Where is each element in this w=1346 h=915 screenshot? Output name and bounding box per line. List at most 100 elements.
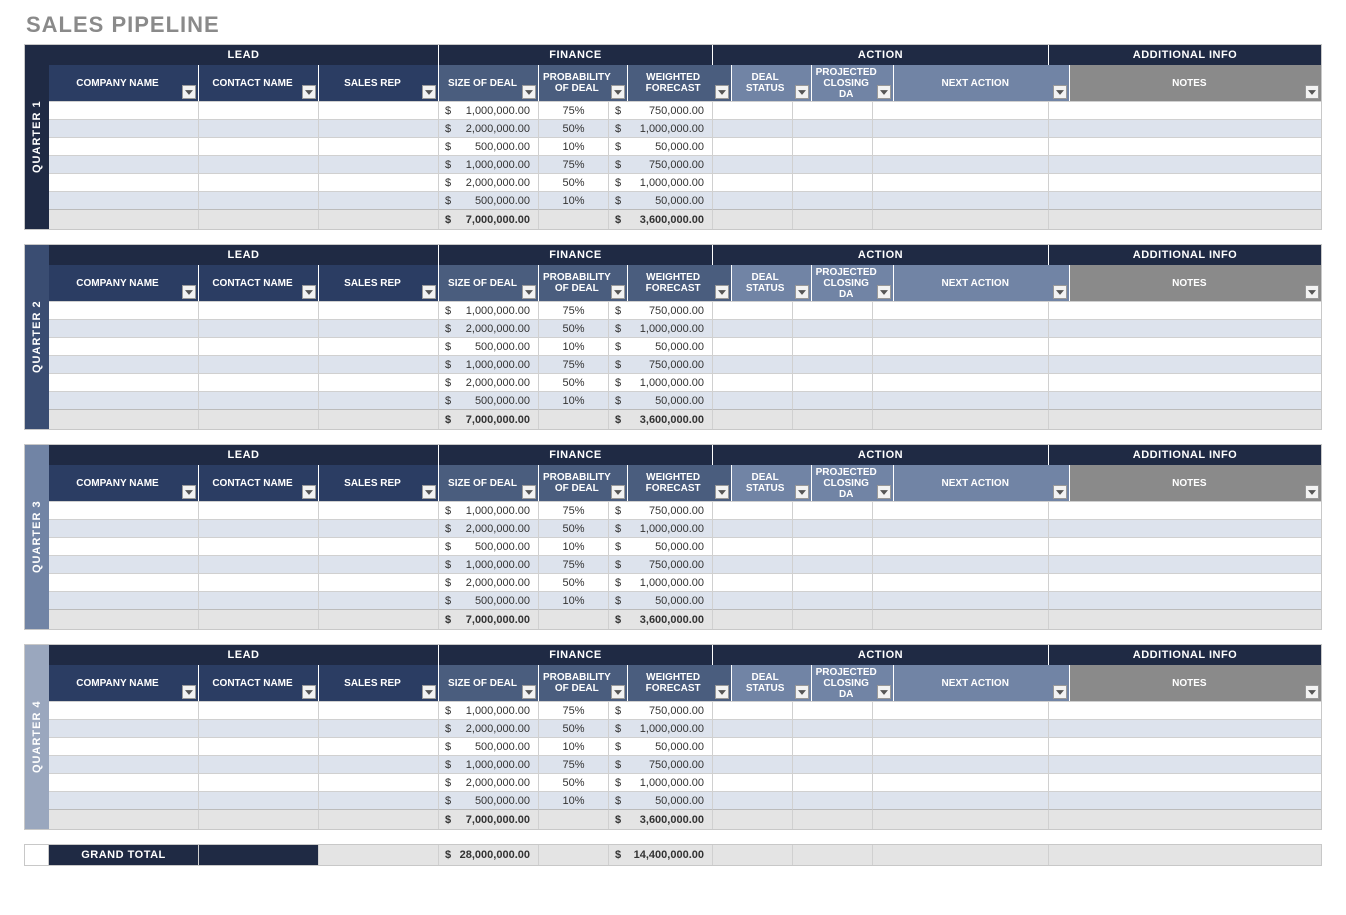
cell-contact-name[interactable] (199, 573, 319, 591)
cell-weighted-forecast[interactable]: $1,000,000.00 (609, 773, 713, 791)
cell-size-of-deal[interactable]: $2,000,000.00 (439, 173, 539, 191)
cell-probability-of-deal[interactable]: 75% (539, 301, 609, 319)
cell-contact-name[interactable] (199, 337, 319, 355)
cell-deal-status[interactable] (713, 173, 793, 191)
cell-size-of-deal[interactable]: $2,000,000.00 (439, 319, 539, 337)
cell-sales-rep[interactable] (319, 337, 439, 355)
cell-notes[interactable] (1049, 173, 1321, 191)
cell-projected-closing-date[interactable] (793, 591, 873, 609)
cell-notes[interactable] (1049, 755, 1321, 773)
cell-projected-closing-date[interactable] (793, 573, 873, 591)
cell-notes[interactable] (1049, 155, 1321, 173)
cell-probability-of-deal[interactable]: 10% (539, 791, 609, 809)
cell-notes[interactable] (1049, 373, 1321, 391)
cell-contact-name[interactable] (199, 137, 319, 155)
cell-size-of-deal[interactable]: $2,000,000.00 (439, 119, 539, 137)
cell-size-of-deal[interactable]: $1,000,000.00 (439, 501, 539, 519)
size-of-deal-filter-button[interactable] (522, 485, 536, 499)
cell-deal-status[interactable] (713, 119, 793, 137)
cell-deal-status[interactable] (713, 555, 793, 573)
cell-projected-closing-date[interactable] (793, 137, 873, 155)
cell-company-name[interactable] (49, 191, 199, 209)
cell-notes[interactable] (1049, 391, 1321, 409)
cell-company-name[interactable] (49, 737, 199, 755)
cell-next-action[interactable] (873, 373, 1049, 391)
cell-probability-of-deal[interactable]: 10% (539, 337, 609, 355)
cell-company-name[interactable] (49, 319, 199, 337)
col-header-deal-status[interactable]: DEAL STATUS (732, 265, 812, 301)
cell-weighted-forecast[interactable]: $50,000.00 (609, 391, 713, 409)
cell-size-of-deal[interactable]: $500,000.00 (439, 391, 539, 409)
col-header-deal-status[interactable]: DEAL STATUS (732, 665, 812, 701)
cell-sales-rep[interactable] (319, 119, 439, 137)
probability-of-deal-filter-button[interactable] (611, 485, 625, 499)
cell-notes[interactable] (1049, 119, 1321, 137)
cell-notes[interactable] (1049, 773, 1321, 791)
cell-sales-rep[interactable] (319, 773, 439, 791)
cell-probability-of-deal[interactable]: 75% (539, 755, 609, 773)
cell-contact-name[interactable] (199, 173, 319, 191)
sales-rep-filter-button[interactable] (422, 285, 436, 299)
cell-projected-closing-date[interactable] (793, 101, 873, 119)
col-header-sales-rep[interactable]: SALES REP (319, 265, 439, 301)
col-header-sales-rep[interactable]: SALES REP (319, 465, 439, 501)
cell-probability-of-deal[interactable]: 75% (539, 701, 609, 719)
cell-weighted-forecast[interactable]: $750,000.00 (609, 101, 713, 119)
cell-contact-name[interactable] (199, 119, 319, 137)
cell-probability-of-deal[interactable]: 10% (539, 191, 609, 209)
cell-deal-status[interactable] (713, 737, 793, 755)
cell-deal-status[interactable] (713, 137, 793, 155)
cell-deal-status[interactable] (713, 755, 793, 773)
cell-weighted-forecast[interactable]: $50,000.00 (609, 591, 713, 609)
sales-rep-filter-button[interactable] (422, 485, 436, 499)
cell-weighted-forecast[interactable]: $750,000.00 (609, 701, 713, 719)
cell-contact-name[interactable] (199, 791, 319, 809)
cell-next-action[interactable] (873, 519, 1049, 537)
cell-weighted-forecast[interactable]: $1,000,000.00 (609, 119, 713, 137)
cell-projected-closing-date[interactable] (793, 191, 873, 209)
cell-probability-of-deal[interactable]: 75% (539, 555, 609, 573)
cell-probability-of-deal[interactable]: 10% (539, 737, 609, 755)
cell-company-name[interactable] (49, 701, 199, 719)
cell-company-name[interactable] (49, 555, 199, 573)
cell-contact-name[interactable] (199, 537, 319, 555)
cell-probability-of-deal[interactable]: 75% (539, 501, 609, 519)
cell-weighted-forecast[interactable]: $750,000.00 (609, 355, 713, 373)
cell-size-of-deal[interactable]: $1,000,000.00 (439, 555, 539, 573)
cell-deal-status[interactable] (713, 355, 793, 373)
col-header-notes[interactable]: NOTES (1070, 465, 1321, 501)
cell-company-name[interactable] (49, 719, 199, 737)
cell-projected-closing-date[interactable] (793, 555, 873, 573)
col-header-size-of-deal[interactable]: SIZE OF DEAL (439, 665, 539, 701)
cell-weighted-forecast[interactable]: $750,000.00 (609, 755, 713, 773)
cell-company-name[interactable] (49, 301, 199, 319)
contact-name-filter-button[interactable] (302, 285, 316, 299)
cell-projected-closing-date[interactable] (793, 737, 873, 755)
size-of-deal-filter-button[interactable] (522, 285, 536, 299)
cell-sales-rep[interactable] (319, 791, 439, 809)
col-header-contact-name[interactable]: CONTACT NAME (199, 665, 319, 701)
company-name-filter-button[interactable] (182, 285, 196, 299)
cell-next-action[interactable] (873, 537, 1049, 555)
cell-sales-rep[interactable] (319, 319, 439, 337)
probability-of-deal-filter-button[interactable] (611, 85, 625, 99)
cell-projected-closing-date[interactable] (793, 501, 873, 519)
cell-next-action[interactable] (873, 773, 1049, 791)
cell-size-of-deal[interactable]: $2,000,000.00 (439, 773, 539, 791)
cell-company-name[interactable] (49, 537, 199, 555)
cell-next-action[interactable] (873, 155, 1049, 173)
cell-sales-rep[interactable] (319, 701, 439, 719)
cell-notes[interactable] (1049, 791, 1321, 809)
projected-closing-date-filter-button[interactable] (877, 85, 891, 99)
cell-company-name[interactable] (49, 501, 199, 519)
cell-deal-status[interactable] (713, 573, 793, 591)
cell-notes[interactable] (1049, 301, 1321, 319)
next-action-filter-button[interactable] (1053, 285, 1067, 299)
cell-notes[interactable] (1049, 355, 1321, 373)
cell-sales-rep[interactable] (319, 373, 439, 391)
col-header-next-action[interactable]: NEXT ACTION (894, 465, 1070, 501)
col-header-projected-closing-date[interactable]: PROJECTED CLOSING DA (812, 65, 894, 101)
col-header-weighted-forecast[interactable]: WEIGHTED FORECAST (628, 265, 732, 301)
cell-notes[interactable] (1049, 591, 1321, 609)
cell-sales-rep[interactable] (319, 573, 439, 591)
